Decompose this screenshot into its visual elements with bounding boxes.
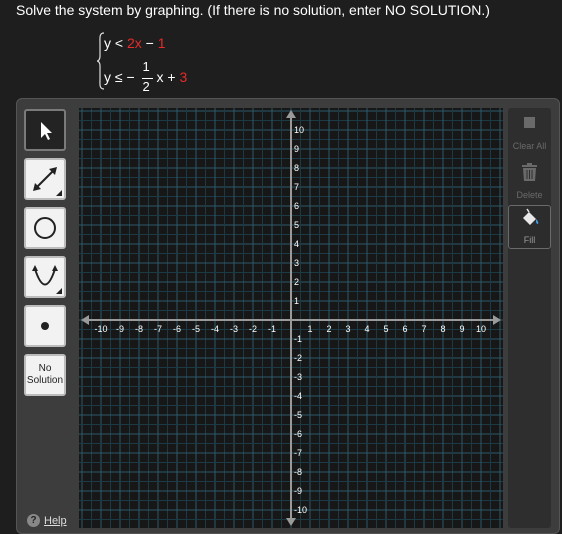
help-link[interactable]: ? Help <box>27 514 67 527</box>
x-tick-label: -9 <box>116 324 124 334</box>
eq2-denominator: 2 <box>142 79 150 94</box>
paint-bucket-icon <box>523 208 539 225</box>
eq2-numerator: 1 <box>142 59 150 74</box>
help-icon: ? <box>27 514 40 527</box>
tool-options-corner <box>56 288 62 294</box>
clear-all-label: Clear All <box>512 141 547 151</box>
y-tick-label: 10 <box>294 125 304 135</box>
eq1-const: 1 <box>157 35 166 51</box>
delete-button[interactable]: Delete <box>508 159 551 203</box>
arrow-cursor-icon <box>41 122 52 140</box>
x-tick-label: -3 <box>230 324 238 334</box>
eq1-op: − <box>141 35 158 51</box>
x-tick-label: 3 <box>345 324 350 334</box>
y-tick-label: 2 <box>294 277 299 287</box>
x-tick-label: -5 <box>192 324 200 334</box>
x-tick-label: -2 <box>249 324 257 334</box>
eq2-const: 3 <box>179 68 188 85</box>
no-solution-button[interactable]: No Solution <box>24 354 66 396</box>
y-tick-label: 8 <box>294 163 299 173</box>
line-tool[interactable] <box>24 158 66 200</box>
fill-button[interactable]: Fill <box>508 205 551 249</box>
point-icon <box>41 322 49 330</box>
inequality-1: y < 2x − 1 <box>104 35 166 51</box>
y-tick-label: -5 <box>294 410 302 420</box>
y-tick-label: 6 <box>294 201 299 211</box>
x-tick-label: -4 <box>211 324 219 334</box>
clear-all-button[interactable]: Clear All <box>508 110 551 154</box>
x-tick-label: 8 <box>440 324 445 334</box>
eq1-coef: 2x <box>126 35 142 51</box>
y-tick-label: 7 <box>294 182 299 192</box>
problem-prompt: Solve the system by graphing. (If there … <box>16 2 490 18</box>
x-tick-label: 1 <box>307 324 312 334</box>
x-tick-label: 5 <box>383 324 388 334</box>
x-tick-label: -8 <box>135 324 143 334</box>
x-tick-label: 10 <box>476 324 486 334</box>
tool-options-corner <box>56 190 62 196</box>
select-tool[interactable] <box>24 109 66 151</box>
graphing-tool-panel: No Solution ? Help -10 -9 -8 -7 -6 -5 -4 -3 -2 -1… <box>16 98 560 534</box>
y-tick-label: 3 <box>294 258 299 268</box>
x-tick-label: -6 <box>173 324 181 334</box>
trash-icon <box>522 163 537 181</box>
y-tick-label: -9 <box>294 486 302 496</box>
action-column: Clear All Delete Fill <box>508 108 551 528</box>
y-tick-label: -3 <box>294 372 302 382</box>
square-icon <box>524 117 535 128</box>
x-tick-label: 7 <box>421 324 426 334</box>
y-tick-label: -6 <box>294 429 302 439</box>
circle-tool[interactable] <box>24 207 66 249</box>
x-tick-label: 9 <box>459 324 464 334</box>
circle-icon <box>34 217 56 239</box>
y-tick-label: -2 <box>294 353 302 363</box>
x-tick-label: 4 <box>364 324 369 334</box>
eq1-lhs: y < <box>104 35 127 51</box>
y-tick-label: 1 <box>294 296 299 306</box>
x-tick-label: -1 <box>268 324 276 334</box>
y-tick-label: -1 <box>294 334 302 344</box>
y-tick-label: -10 <box>294 505 307 515</box>
eq2-lhs: y ≤ − <box>104 68 139 85</box>
eq2-fraction: 12 <box>141 59 154 97</box>
y-tick-label: 9 <box>294 144 299 154</box>
coordinate-graph[interactable]: -10 -9 -8 -7 -6 -5 -4 -3 -2 -1 1 2 3 4 5 6 7 8 9 10 -10 -9 -8 -… <box>79 108 503 528</box>
y-tick-label: 4 <box>294 239 299 249</box>
inequality-2: y ≤ − 12x + 3 <box>104 59 188 97</box>
eq2-x: x + <box>156 68 180 85</box>
x-tick-label: 6 <box>402 324 407 334</box>
y-tick-label: -7 <box>294 448 302 458</box>
delete-label: Delete <box>516 190 543 200</box>
y-tick-label: -4 <box>294 391 302 401</box>
fill-label: Fill <box>523 235 536 245</box>
point-tool[interactable] <box>24 305 66 347</box>
x-tick-label: -7 <box>154 324 162 334</box>
x-tick-label: 2 <box>326 324 331 334</box>
y-tick-label: -8 <box>294 467 302 477</box>
inequality-system: y < 2x − 1 y ≤ − 12x + 3 <box>96 32 236 94</box>
y-tick-label: 5 <box>294 220 299 230</box>
parabola-tool[interactable] <box>24 256 66 298</box>
x-tick-label: -10 <box>94 324 107 334</box>
tool-palette: No Solution <box>24 109 70 403</box>
help-label: Help <box>44 514 67 527</box>
